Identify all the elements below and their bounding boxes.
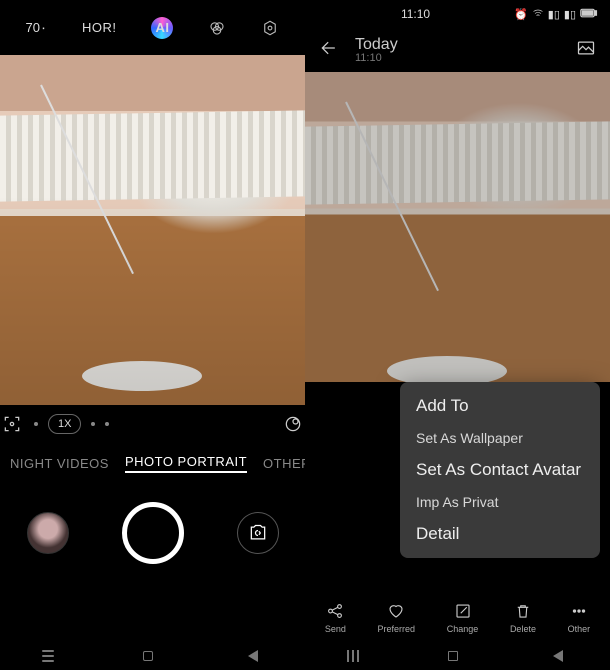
camera-controls <box>0 483 305 583</box>
android-navbar <box>305 642 610 670</box>
more-icon <box>569 601 589 621</box>
nav-back-icon[interactable] <box>553 650 563 662</box>
iso-label[interactable]: 70۰ <box>26 20 47 36</box>
action-delete[interactable]: Delete <box>510 601 536 634</box>
action-change[interactable]: Change <box>447 601 479 634</box>
nav-recent-icon[interactable] <box>352 650 354 662</box>
menu-add-to[interactable]: Add To <box>416 396 584 416</box>
lens-row: 1X <box>0 405 305 443</box>
share-icon <box>325 601 345 621</box>
camera-top-bar: 70۰ HOR! AI <box>0 0 305 55</box>
mode-photo[interactable]: PHOTO PORTRAIT <box>125 454 247 473</box>
wifi-icon <box>532 7 544 22</box>
ai-icon[interactable]: AI <box>151 17 173 39</box>
shutter-button[interactable] <box>122 502 184 564</box>
menu-detail[interactable]: Detail <box>416 524 584 544</box>
edit-icon <box>453 601 473 621</box>
action-send[interactable]: Send <box>325 601 346 634</box>
camera-modes[interactable]: NIGHT VIDEOS PHOTO PORTRAIT OTHER <box>0 443 305 483</box>
nav-back-icon[interactable] <box>248 650 258 662</box>
zoom-dot <box>105 422 109 426</box>
settings-icon[interactable] <box>261 19 279 37</box>
alarm-icon: ⏰ <box>514 8 528 21</box>
gallery-actions: Send Preferred Change Delete Other <box>305 595 610 640</box>
back-icon[interactable] <box>319 38 339 63</box>
signal-icon: ▮▯ <box>564 8 576 21</box>
photo-view[interactable] <box>305 72 610 382</box>
menu-set-wallpaper[interactable]: Set As Wallpaper <box>416 430 584 446</box>
status-time: 11:10 <box>401 7 430 21</box>
focus-icon[interactable] <box>0 412 24 436</box>
horizon-label[interactable]: HOR! <box>82 20 117 35</box>
status-icons: ⏰ ▮▯ ▮▯ <box>514 7 598 22</box>
camera-switch-button[interactable] <box>237 512 279 554</box>
zoom-dot <box>34 422 38 426</box>
nav-recent-icon[interactable] <box>42 655 54 657</box>
mode-night[interactable]: NIGHT VIDEOS <box>10 456 109 471</box>
android-navbar <box>0 642 305 670</box>
heart-icon <box>386 601 406 621</box>
trash-icon <box>513 601 533 621</box>
mode-other[interactable]: OTHER <box>263 456 305 471</box>
gallery-thumbnail[interactable] <box>27 512 69 554</box>
camera-viewfinder[interactable] <box>0 55 305 405</box>
menu-set-contact-avatar[interactable]: Set As Contact Avatar <box>416 460 584 480</box>
signal-icon: ▮▯ <box>548 8 560 21</box>
camera-screen: 70۰ HOR! AI 1X NIGHT VIDEOS PHOTO PORTRA… <box>0 0 305 670</box>
picture-in-picture-icon[interactable] <box>576 38 596 63</box>
action-other[interactable]: Other <box>568 601 591 634</box>
gallery-screen: 11:10 ⏰ ▮▯ ▮▯ Today 11:10 <box>305 0 610 670</box>
context-menu: Add To Set As Wallpaper Set As Contact A… <box>400 382 600 558</box>
battery-icon <box>580 8 598 21</box>
status-bar: 11:10 ⏰ ▮▯ ▮▯ <box>305 0 610 28</box>
effect-icon[interactable] <box>281 412 305 436</box>
nav-home-icon[interactable] <box>448 651 458 661</box>
zoom-dot <box>91 422 95 426</box>
zoom-pill[interactable]: 1X <box>48 414 81 434</box>
menu-set-private[interactable]: Imp As Privat <box>416 494 584 510</box>
gallery-header: Today 11:10 <box>305 28 610 72</box>
action-preferred[interactable]: Preferred <box>378 601 416 634</box>
nav-home-icon[interactable] <box>143 651 153 661</box>
filter-icon[interactable] <box>208 19 226 37</box>
